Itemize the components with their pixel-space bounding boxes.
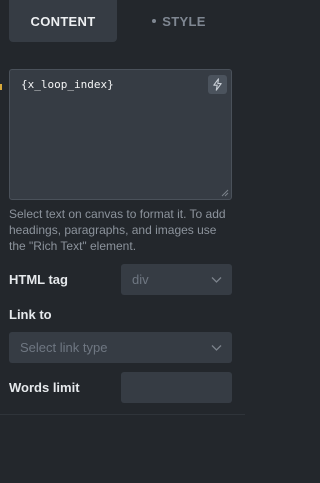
tab-content-label: CONTENT: [30, 13, 96, 29]
resize-handle-icon[interactable]: [221, 189, 229, 197]
html-tag-select[interactable]: div: [121, 264, 232, 295]
words-limit-input[interactable]: [121, 372, 232, 403]
section-divider: [0, 414, 245, 415]
chevron-down-icon: [211, 276, 222, 283]
html-tag-label: HTML tag: [9, 272, 68, 287]
tab-style-label: STYLE: [162, 13, 206, 29]
html-tag-selected-value: div: [132, 272, 149, 287]
tab-style[interactable]: STYLE: [124, 0, 234, 42]
dynamic-data-button[interactable]: [208, 75, 227, 94]
style-indicator-dot-icon: [152, 19, 157, 23]
words-limit-label: Words limit: [9, 380, 80, 395]
text-content-editor[interactable]: {x_loop_index}: [9, 69, 232, 200]
panel-tabs: CONTENT STYLE: [0, 0, 245, 46]
bolt-icon: [213, 78, 222, 91]
link-type-placeholder: Select link type: [20, 340, 108, 355]
link-type-select[interactable]: Select link type: [9, 332, 232, 363]
link-to-label: Link to: [9, 307, 52, 322]
editor-help-text: Select text on canvas to format it. To a…: [9, 207, 226, 253]
active-field-marker: [0, 84, 2, 90]
tab-content[interactable]: CONTENT: [9, 0, 117, 42]
chevron-down-icon: [211, 344, 222, 351]
text-content-value[interactable]: {x_loop_index}: [21, 78, 114, 91]
